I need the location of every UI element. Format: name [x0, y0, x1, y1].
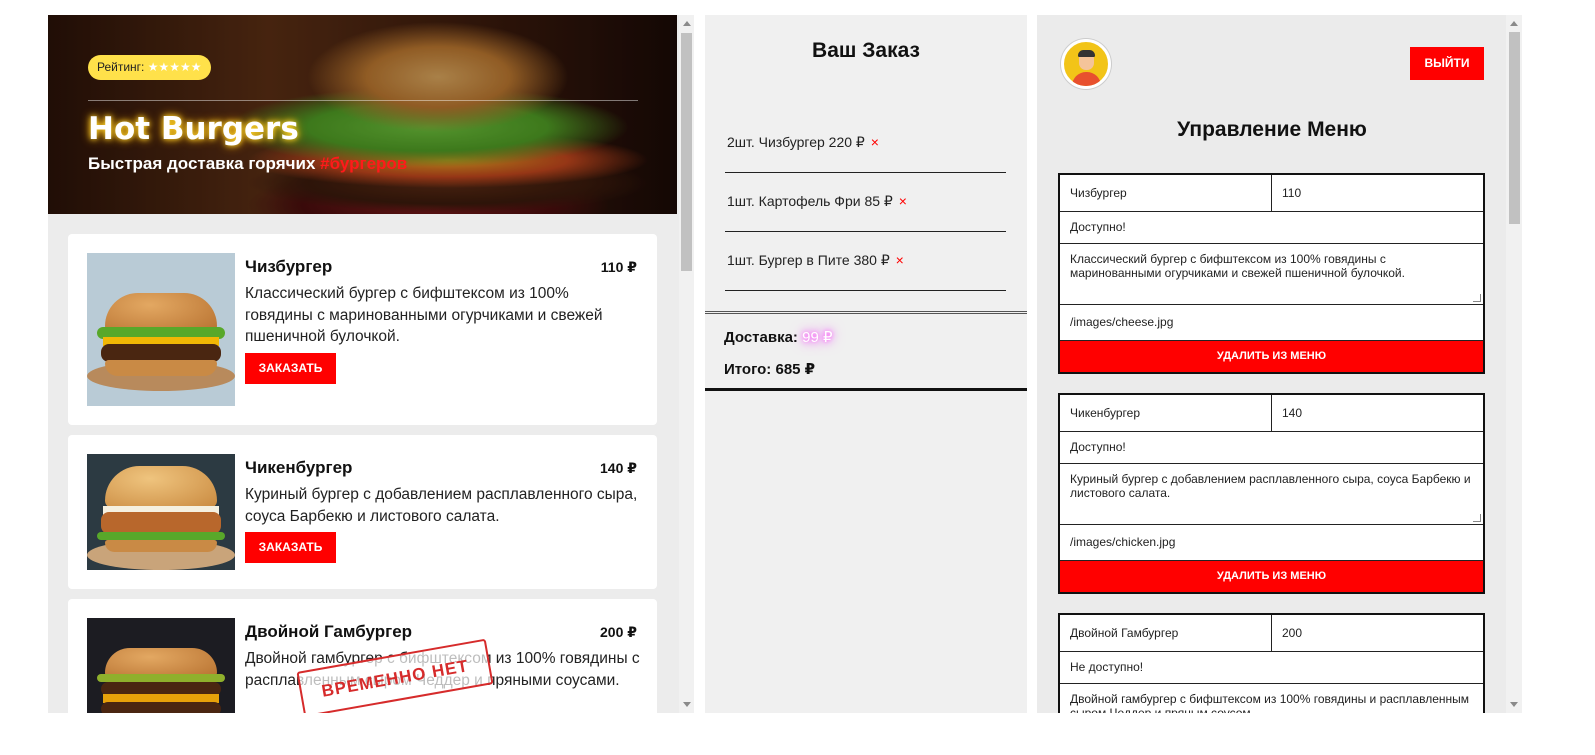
order-total: Итого: 685 ₽	[724, 361, 816, 378]
cheeseburger-image	[87, 253, 235, 406]
rating-label: Рейтинг:	[97, 60, 145, 74]
admin-scrollbar[interactable]	[1506, 15, 1522, 713]
admin-title: Управление Меню	[1177, 118, 1367, 141]
menu-item-description: Классический бургер с бифштексом из 100%…	[245, 285, 603, 345]
order-button[interactable]: ЗАКАЗАТЬ	[245, 532, 336, 563]
order-summary: Доставка: 99 ₽ Итого: 685 ₽	[705, 311, 1027, 391]
delivery-value: 99 ₽	[802, 329, 833, 346]
menu-item-name: Чикенбургер	[245, 458, 353, 477]
menu-item-price: 200 ₽	[600, 624, 637, 640]
order-total-value: 685 ₽	[775, 361, 816, 378]
price-field[interactable]: 140	[1272, 395, 1312, 431]
rating-badge: Рейтинг: ★★★★★	[88, 55, 211, 80]
delete-from-menu-button[interactable]: УДАЛИТЬ ИЗ МЕНЮ	[1060, 561, 1483, 592]
site-title: Hot Burgers	[88, 111, 299, 147]
order-button[interactable]: ЗАКАЗАТЬ	[245, 353, 336, 384]
order-line: 2шт. Чизбургер 220 ₽ ×	[725, 114, 1006, 173]
menu-edit-form: Чизбургер 110 Доступно! Классический бур…	[1058, 173, 1485, 374]
name-price-row: Чизбургер 110	[1060, 175, 1483, 212]
remove-item-icon[interactable]: ×	[871, 134, 879, 150]
description-textarea[interactable]: Двойной гамбургер с бифштексом из 100% г…	[1060, 684, 1483, 713]
order-panel: Ваш Заказ 2шт. Чизбургер 220 ₽ × 1шт. Ка…	[705, 15, 1027, 713]
description-textarea[interactable]: Куриный бургер с добавлением расплавленн…	[1060, 464, 1483, 525]
menu-item-card: Чизбургер 110 ₽ Классический бургер с би…	[68, 234, 657, 425]
scroll-up-arrow-icon[interactable]	[683, 21, 691, 26]
name-price-row: Чикенбургер 140	[1060, 395, 1483, 432]
resize-grip-icon[interactable]	[1473, 294, 1481, 302]
menu-item-name: Чизбургер	[245, 257, 333, 276]
name-field[interactable]: Чикенбургер	[1060, 395, 1272, 431]
order-line: 1шт. Бургер в Пите 380 ₽ ×	[725, 232, 1006, 291]
hero-banner: Рейтинг: ★★★★★ Hot Burgers Быстрая доста…	[48, 15, 677, 214]
status-select[interactable]: Доступно!	[1060, 212, 1483, 244]
rating-stars: ★★★★★	[147, 60, 202, 74]
name-price-row: Двойной Гамбургер 200	[1060, 615, 1483, 652]
menu-panel: Рейтинг: ★★★★★ Hot Burgers Быстрая доста…	[48, 15, 694, 713]
subtitle-text: Быстрая доставка горячих	[88, 154, 316, 173]
scrollbar-thumb[interactable]	[1509, 32, 1520, 224]
menu-item-price: 140 ₽	[600, 460, 637, 476]
image-path-field[interactable]: /images/cheese.jpg	[1060, 305, 1483, 341]
subtitle-hashtag: #бургеров	[320, 154, 408, 173]
resize-grip-icon[interactable]	[1473, 514, 1481, 522]
site-subtitle: Быстрая доставка горячих #бургеров	[88, 154, 407, 174]
menu-edit-form: Чикенбургер 140 Доступно! Куриный бургер…	[1058, 393, 1485, 594]
image-path-field[interactable]: /images/chicken.jpg	[1060, 525, 1483, 561]
price-field[interactable]: 200	[1272, 615, 1312, 651]
order-line-text: 2шт. Чизбургер 220 ₽ ×	[727, 134, 879, 150]
menu-item-name: Двойной Гамбургер	[245, 622, 413, 641]
delete-from-menu-button[interactable]: УДАЛИТЬ ИЗ МЕНЮ	[1060, 341, 1483, 372]
order-line-text: 1шт. Картофель Фри 85 ₽ ×	[727, 193, 907, 209]
scrollbar-thumb[interactable]	[681, 33, 692, 271]
scroll-up-arrow-icon[interactable]	[1510, 21, 1518, 26]
order-title: Ваш Заказ	[812, 39, 920, 62]
order-line: 1шт. Картофель Фри 85 ₽ ×	[725, 173, 1006, 232]
logout-button[interactable]: ВЫЙТИ	[1410, 47, 1484, 80]
scroll-down-arrow-icon[interactable]	[1510, 702, 1518, 707]
chickenburger-image	[87, 454, 235, 570]
remove-item-icon[interactable]: ×	[899, 193, 907, 209]
menu-edit-form: Двойной Гамбургер 200 Не доступно! Двойн…	[1058, 613, 1485, 713]
name-field[interactable]: Чизбургер	[1060, 175, 1272, 211]
order-line-text: 1шт. Бургер в Пите 380 ₽ ×	[727, 252, 904, 268]
user-avatar-icon	[1061, 39, 1111, 89]
menu-scrollbar[interactable]	[679, 15, 694, 713]
price-field[interactable]: 110	[1272, 175, 1311, 211]
description-textarea[interactable]: Классический бургер с бифштексом из 100%…	[1060, 244, 1483, 305]
admin-panel: ВЫЙТИ Управление Меню Чизбургер 110 Дост…	[1037, 15, 1522, 713]
delivery-cost: Доставка: 99 ₽	[724, 329, 833, 346]
menu-item-card: Двойной Гамбургер 200 ₽ Двойной гамбурге…	[68, 599, 657, 713]
double-burger-image	[87, 618, 235, 713]
menu-item-price: 110 ₽	[600, 259, 637, 275]
menu-item-card: Чикенбургер 140 ₽ Куриный бургер с добав…	[68, 435, 657, 589]
status-select[interactable]: Доступно!	[1060, 432, 1483, 464]
scroll-down-arrow-icon[interactable]	[683, 702, 691, 707]
remove-item-icon[interactable]: ×	[896, 252, 904, 268]
menu-item-description: Куриный бургер с добавлением расплавленн…	[245, 486, 638, 525]
name-field[interactable]: Двойной Гамбургер	[1060, 615, 1272, 651]
hero-divider	[88, 100, 638, 101]
status-select[interactable]: Не доступно!	[1060, 652, 1483, 684]
